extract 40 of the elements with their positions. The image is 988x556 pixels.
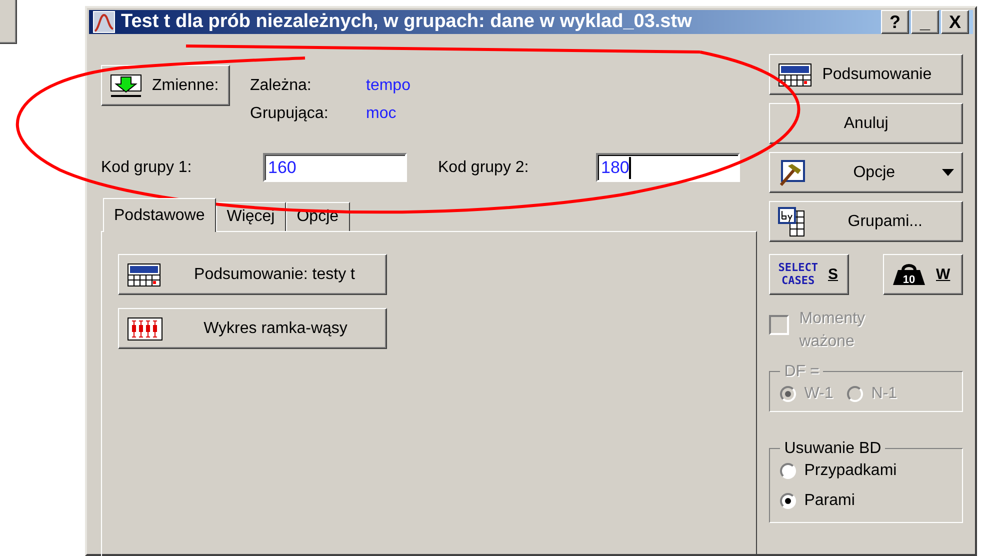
grid-icon <box>778 206 806 236</box>
by-group-button[interactable]: Grupami... <box>769 201 963 242</box>
summary-button[interactable]: Podsumowanie <box>769 54 963 95</box>
group-label: Usuwanie BD <box>784 440 882 457</box>
table-icon <box>778 62 812 86</box>
hammer-icon <box>778 160 806 186</box>
radio-label: W-1 <box>804 385 834 403</box>
variable-label: Grupująca: <box>250 105 330 123</box>
minimize-button[interactable]: _ <box>911 10 939 34</box>
window-edge <box>0 0 17 44</box>
group-code-label: Kod grupy 2: <box>438 158 530 176</box>
boxplot-icon <box>127 316 163 340</box>
radio-label: N-1 <box>871 385 898 403</box>
group-code-field[interactable]: 180 <box>596 153 740 182</box>
radio-button[interactable] <box>780 463 796 479</box>
options-button[interactable]: Opcje <box>769 152 963 193</box>
variable-label: Zależna: <box>250 77 312 95</box>
group-code-field[interactable]: 160 <box>263 153 407 182</box>
select-cases-icon: SELECT CASES <box>778 262 818 287</box>
radio-button[interactable] <box>780 493 796 509</box>
radio-label: Parami <box>804 492 855 510</box>
radio-label: Przypadkami <box>804 462 897 480</box>
checkbox-label: Momenty ważone <box>799 309 866 352</box>
cancel-button[interactable]: Anuluj <box>769 103 963 144</box>
close-button[interactable]: X <box>941 10 969 34</box>
tab[interactable]: Podstawowe <box>103 198 216 232</box>
weight-button[interactable]: 10 W <box>883 254 963 295</box>
chart-icon <box>93 11 115 33</box>
help-button[interactable]: ? <box>881 10 909 34</box>
variable-value: moc <box>366 105 398 123</box>
group-label: DF = <box>784 363 820 380</box>
variables-button[interactable]: Zmienne: <box>101 65 230 106</box>
summary-button[interactable]: Podsumowanie: testy t <box>118 254 387 295</box>
window-title: Test t dla prób niezależnych, w grupach: dane w wyklad_03.stw <box>121 11 693 33</box>
download-icon <box>110 74 142 98</box>
dropdown-arrow-icon <box>942 169 954 176</box>
table-icon <box>127 262 161 286</box>
variable-value: tempo <box>366 77 410 95</box>
boxplot-button[interactable]: Wykres ramka-wąsy <box>118 308 387 349</box>
group-code-label: Kod grupy 1: <box>101 158 193 176</box>
